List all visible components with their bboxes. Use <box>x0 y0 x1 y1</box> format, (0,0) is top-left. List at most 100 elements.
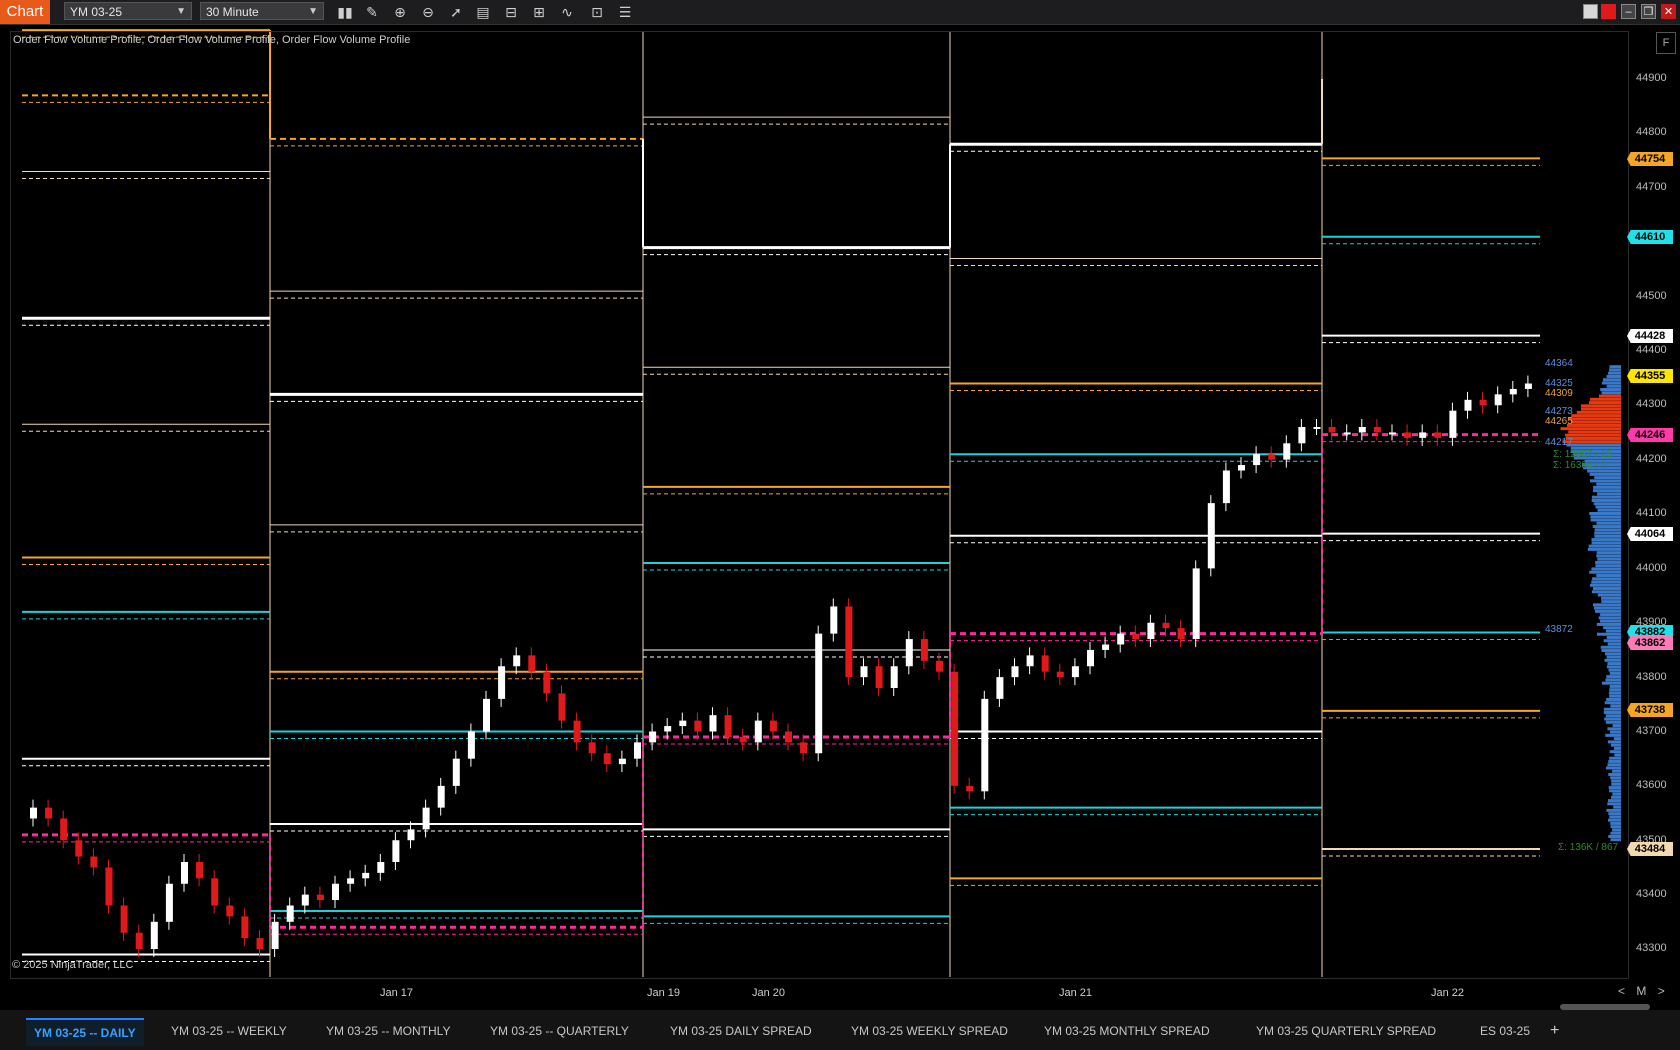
scroll-left-button[interactable]: < <box>1618 982 1625 1000</box>
candle-body <box>574 721 581 743</box>
volume-profile-bar <box>1592 541 1621 544</box>
candle-body <box>936 661 943 672</box>
volume-profile-bar <box>1607 375 1621 378</box>
volume-profile-bar <box>1600 388 1621 391</box>
chart-tab[interactable]: YM 03-25 -- WEEKLY <box>163 1018 295 1044</box>
volume-profile-bar <box>1591 567 1621 570</box>
volume-profile-bar <box>1601 600 1621 603</box>
candle-body <box>921 639 928 661</box>
volume-profile-bar <box>1611 744 1621 747</box>
indicator-label: Order Flow Volume Profile, Order Flow Vo… <box>13 34 410 46</box>
chart-tab[interactable]: YM 03-25 WEEKLY SPREAD <box>843 1018 1016 1044</box>
volume-profile-bar <box>1610 750 1621 753</box>
candle-body <box>1359 427 1366 432</box>
price-tick-label: 44200 <box>1636 453 1667 465</box>
chart-tab[interactable]: YM 03-25 -- DAILY <box>26 1018 144 1046</box>
volume-profile-bar <box>1612 770 1621 773</box>
candle-body <box>166 884 173 922</box>
volume-profile-bar <box>1608 763 1621 766</box>
volume-profile-bar <box>1589 545 1621 548</box>
volume-profile-bar <box>1568 430 1621 433</box>
candle-body <box>725 715 732 737</box>
candle-body <box>377 862 384 873</box>
chart-tab[interactable]: YM 03-25 QUARTERLY SPREAD <box>1248 1018 1444 1044</box>
candle-body <box>30 808 37 819</box>
candle-body <box>302 895 309 906</box>
candle-body <box>800 742 807 753</box>
volume-profile-bar <box>1603 378 1621 381</box>
price-tick-label: 43400 <box>1636 888 1667 900</box>
volume-profile-bar <box>1611 780 1621 783</box>
candle-body <box>211 878 218 905</box>
candle-body <box>408 829 415 840</box>
candle-body <box>830 606 837 633</box>
candle-body <box>1268 454 1275 459</box>
fixed-scale-button[interactable]: F <box>1656 32 1676 54</box>
volume-profile-bar <box>1607 802 1621 805</box>
volume-profile-bar <box>1594 535 1621 538</box>
chart-tab[interactable]: YM 03-25 MONTHLY SPREAD <box>1036 1018 1218 1044</box>
volume-profile-bar <box>1607 636 1621 639</box>
candle-body <box>423 808 430 830</box>
candle-body <box>634 742 641 758</box>
candle-body <box>981 699 988 791</box>
volume-profile-label: Σ: 136K / 867 <box>1558 842 1618 853</box>
add-tab-button[interactable]: + <box>1550 1018 1559 1044</box>
volume-profile-bar <box>1602 682 1621 685</box>
candle-body <box>740 737 747 742</box>
candle-body <box>589 742 596 753</box>
candle-body <box>453 759 460 786</box>
volume-profile-bar <box>1596 554 1621 557</box>
volume-profile-bar <box>1595 564 1621 567</box>
volume-profile-bar <box>1603 626 1621 629</box>
volume-profile-bar <box>1594 502 1621 505</box>
candle-body <box>121 906 128 933</box>
volume-profile-bar <box>1607 385 1621 388</box>
candle-body <box>257 938 264 949</box>
volume-profile-label: 43872 <box>1545 624 1573 635</box>
volume-profile-bar <box>1595 610 1621 613</box>
candle-body <box>1042 655 1049 671</box>
chart-tab[interactable]: YM 03-25 -- QUARTERLY <box>482 1018 637 1044</box>
volume-profile-bar <box>1581 404 1621 407</box>
volume-profile-bar <box>1610 731 1621 734</box>
candle-body <box>1117 634 1124 645</box>
volume-profile-bar <box>1560 427 1621 430</box>
price-level-marker: 44754 <box>1627 152 1673 166</box>
candle-body <box>362 873 369 878</box>
price-level-marker: 44064 <box>1627 527 1673 541</box>
candle-body <box>1389 432 1396 434</box>
candle-body <box>241 916 248 938</box>
chart-canvas[interactable] <box>0 0 1680 1050</box>
candle-body <box>891 666 898 688</box>
candle-body <box>996 677 1003 699</box>
volume-profile-bar <box>1613 724 1621 727</box>
candle-body <box>287 906 294 922</box>
price-level-marker: 43484 <box>1627 842 1673 856</box>
candle-body <box>1087 650 1094 666</box>
volume-profile-bar <box>1596 522 1621 525</box>
interval-mode-button[interactable]: M <box>1636 982 1646 1000</box>
volume-profile-bar <box>1600 613 1621 616</box>
chart-tab[interactable]: YM 03-25 -- MONTHLY <box>318 1018 458 1044</box>
chart-tab[interactable]: YM 03-25 DAILY SPREAD <box>662 1018 820 1044</box>
volume-profile-bar <box>1592 590 1621 593</box>
volume-profile-bar <box>1589 512 1621 515</box>
volume-profile-bar <box>1590 584 1621 587</box>
candle-body <box>785 732 792 743</box>
candle-body <box>649 732 656 743</box>
volume-profile-bar <box>1567 424 1621 427</box>
volume-profile-bar <box>1609 688 1621 691</box>
candle-body <box>1434 432 1441 437</box>
candle-body <box>136 933 143 949</box>
chart-tab[interactable]: ES 03-25 <box>1472 1018 1538 1044</box>
volume-profile-bar <box>1604 718 1621 721</box>
candle-body <box>1163 623 1170 628</box>
volume-profile-bar <box>1611 838 1621 841</box>
candle-body <box>1404 432 1411 437</box>
scroll-right-button[interactable]: > <box>1658 982 1665 1000</box>
volume-profile-bar <box>1588 548 1621 551</box>
candle-body <box>226 906 233 917</box>
candle-body <box>619 759 626 764</box>
price-tick-label: 44300 <box>1636 398 1667 410</box>
